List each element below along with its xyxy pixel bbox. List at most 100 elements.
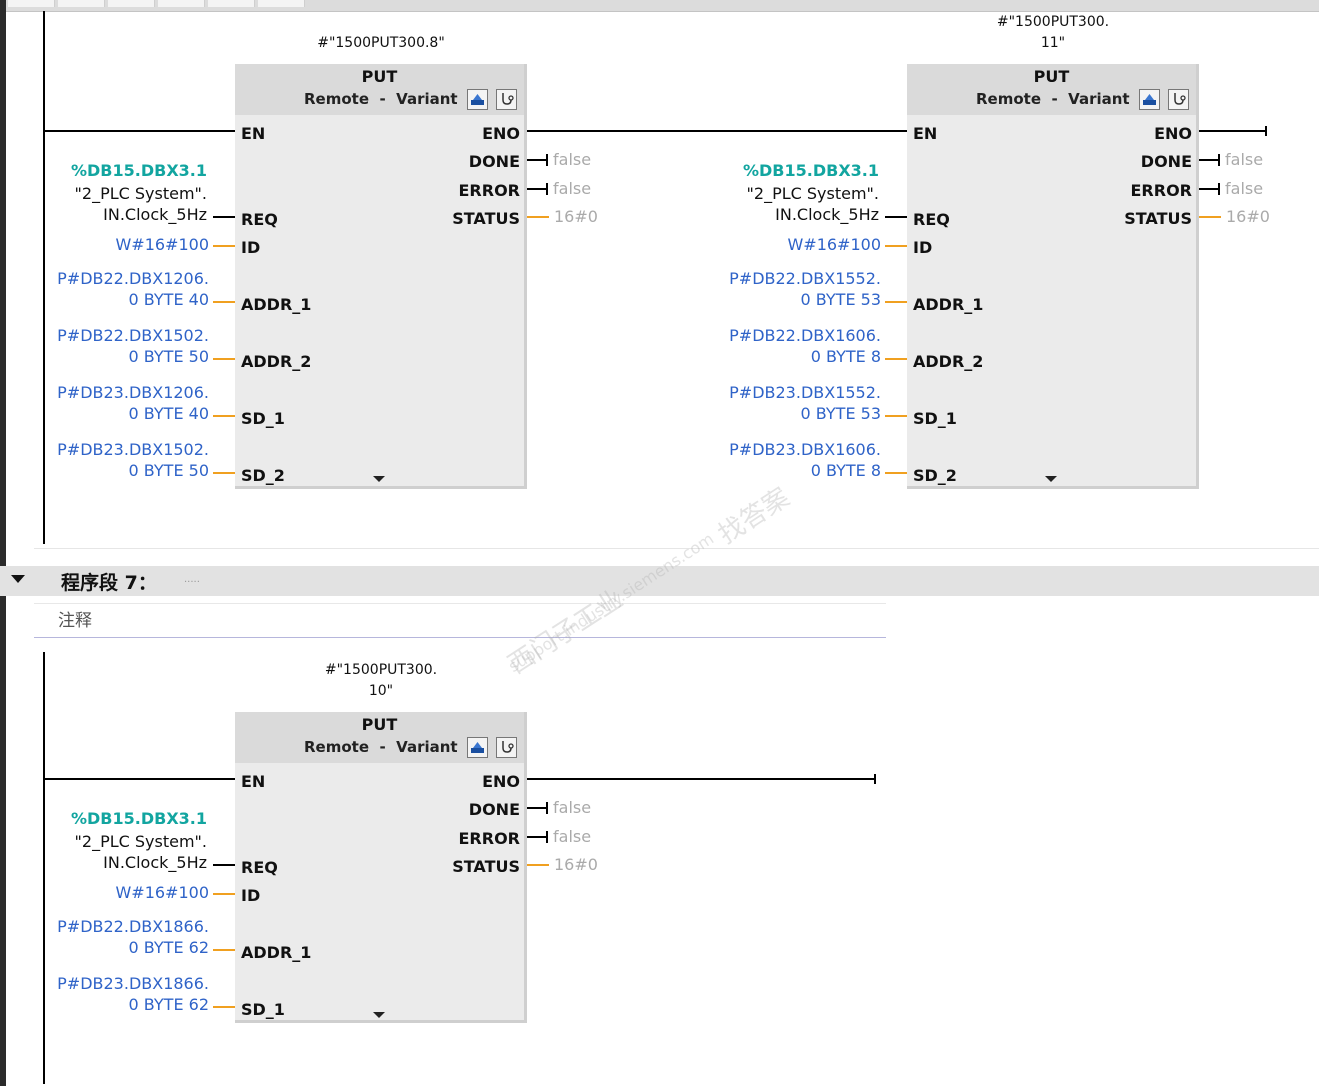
pin-eno[interactable]: ENO (1092, 124, 1192, 143)
diagnostics-icon[interactable] (496, 737, 517, 758)
addr1-operand[interactable]: P#DB22.DBX1552. (680, 268, 881, 289)
id-operand[interactable]: W#16#100 (8, 234, 209, 255)
pin-sd1[interactable]: SD_1 (913, 409, 957, 428)
req-symbol[interactable]: IN.Clock_5Hz (8, 852, 207, 873)
pin-error[interactable]: ERROR (1092, 181, 1193, 200)
download-icon[interactable] (467, 737, 488, 758)
id-stub (213, 245, 235, 247)
pin-addr2[interactable]: ADDR_2 (913, 352, 983, 371)
block-params[interactable]: Remote - Variant (976, 90, 1130, 108)
pin-sd1[interactable]: SD_1 (241, 409, 285, 428)
sd2-operand[interactable]: 0 BYTE 50 (8, 460, 209, 481)
pin-req[interactable]: REQ (241, 858, 278, 877)
addr1-operand[interactable]: P#DB22.DBX1206. (8, 268, 209, 289)
pin-addr1[interactable]: ADDR_1 (241, 295, 311, 314)
sd1-operand[interactable]: 0 BYTE 40 (8, 403, 209, 424)
pin-id[interactable]: ID (241, 238, 260, 257)
req-address[interactable]: %DB15.DBX3.1 (680, 161, 879, 180)
pin-done[interactable]: DONE (1092, 152, 1192, 171)
pin-eno[interactable]: ENO (420, 772, 520, 791)
pin-eno[interactable]: ENO (420, 124, 520, 143)
pin-error[interactable]: ERROR (420, 829, 521, 848)
en-wire[interactable] (45, 778, 235, 780)
instance-name[interactable]: #"1500PUT300.8" (236, 35, 526, 51)
toolbar-tab[interactable] (58, 0, 105, 7)
sd2-operand[interactable]: 0 BYTE 8 (680, 460, 881, 481)
pin-addr1[interactable]: ADDR_1 (913, 295, 983, 314)
sd2-operand[interactable]: P#DB23.DBX1606. (680, 439, 881, 460)
comment-placeholder[interactable]: 注释 (58, 606, 92, 631)
addr1-operand[interactable]: 0 BYTE 53 (680, 289, 881, 310)
network-title[interactable]: 程序段 7： (61, 568, 157, 595)
sd2-operand[interactable]: P#DB23.DBX1502. (8, 439, 209, 460)
pin-addr2[interactable]: ADDR_2 (241, 352, 311, 371)
pin-done[interactable]: DONE (420, 152, 520, 171)
expand-down-icon[interactable] (373, 476, 385, 482)
pin-status[interactable]: STATUS (1092, 209, 1192, 228)
pin-req[interactable]: REQ (241, 210, 278, 229)
pin-en[interactable]: EN (241, 124, 265, 143)
req-symbol[interactable]: IN.Clock_5Hz (680, 204, 879, 225)
pin-id[interactable]: ID (913, 238, 932, 257)
req-address[interactable]: %DB15.DBX3.1 (8, 161, 207, 180)
req-symbol[interactable]: "2_PLC System". (8, 831, 207, 852)
block-params[interactable]: Remote - Variant (304, 738, 458, 756)
req-symbol[interactable]: "2_PLC System". (680, 183, 879, 204)
toolbar-tab[interactable] (8, 0, 55, 7)
pin-error[interactable]: ERROR (420, 181, 521, 200)
addr2-operand[interactable]: 0 BYTE 50 (8, 346, 209, 367)
req-stub (213, 216, 235, 218)
block-type: PUT (361, 67, 398, 86)
addr1-operand[interactable]: 0 BYTE 40 (8, 289, 209, 310)
addr1-operand[interactable]: P#DB22.DBX1866. (8, 916, 209, 937)
block-params[interactable]: Remote - Variant (304, 90, 458, 108)
id-operand[interactable]: W#16#100 (680, 234, 881, 255)
expand-down-icon[interactable] (1045, 476, 1057, 482)
pin-id[interactable]: ID (241, 886, 260, 905)
download-icon[interactable] (1139, 89, 1160, 110)
addr2-operand[interactable]: P#DB22.DBX1502. (8, 325, 209, 346)
pin-done[interactable]: DONE (420, 800, 520, 819)
sd1-operand[interactable]: 0 BYTE 62 (8, 994, 209, 1015)
id-operand[interactable]: W#16#100 (8, 882, 209, 903)
triangle-down-icon[interactable] (11, 575, 25, 583)
network-title-placeholder[interactable]: ..... (184, 574, 200, 585)
req-symbol[interactable]: IN.Clock_5Hz (8, 204, 207, 225)
instance-name[interactable]: #"1500PUT300. (908, 14, 1198, 30)
pin-en[interactable]: EN (913, 124, 937, 143)
eno-wire[interactable] (527, 778, 876, 780)
diagnostics-icon[interactable] (1168, 89, 1189, 110)
toolbar-tab[interactable] (158, 0, 205, 7)
eno-wire[interactable] (1199, 130, 1267, 132)
eno-to-en-wire[interactable] (527, 130, 908, 132)
addr2-operand[interactable]: 0 BYTE 8 (680, 346, 881, 367)
pin-addr1[interactable]: ADDR_1 (241, 943, 311, 962)
toolbar-tab[interactable] (208, 0, 255, 7)
pin-status[interactable]: STATUS (420, 209, 520, 228)
req-symbol[interactable]: "2_PLC System". (8, 183, 207, 204)
sd1-operand[interactable]: 0 BYTE 53 (680, 403, 881, 424)
download-icon[interactable] (467, 89, 488, 110)
network-comment[interactable] (34, 603, 886, 638)
instance-name[interactable]: #"1500PUT300. (236, 662, 526, 678)
pin-sd2[interactable]: SD_2 (241, 466, 285, 485)
pin-req[interactable]: REQ (913, 210, 950, 229)
addr2-operand[interactable]: P#DB22.DBX1606. (680, 325, 881, 346)
en-wire[interactable] (45, 130, 235, 132)
instance-name[interactable]: 11" (908, 35, 1198, 51)
pin-en[interactable]: EN (241, 772, 265, 791)
instance-name[interactable]: 10" (236, 683, 526, 699)
pin-sd1[interactable]: SD_1 (241, 1000, 285, 1019)
expand-down-icon[interactable] (373, 1012, 385, 1018)
diagnostics-icon[interactable] (496, 89, 517, 110)
pin-status[interactable]: STATUS (420, 857, 520, 876)
sd1-operand[interactable]: P#DB23.DBX1206. (8, 382, 209, 403)
sd1-operand[interactable]: P#DB23.DBX1552. (680, 382, 881, 403)
status-value: 16#0 (554, 855, 598, 874)
req-address[interactable]: %DB15.DBX3.1 (8, 809, 207, 828)
toolbar-tab[interactable] (108, 0, 155, 7)
sd1-operand[interactable]: P#DB23.DBX1866. (8, 973, 209, 994)
toolbar-tab[interactable] (258, 0, 305, 7)
addr1-operand[interactable]: 0 BYTE 62 (8, 937, 209, 958)
pin-sd2[interactable]: SD_2 (913, 466, 957, 485)
